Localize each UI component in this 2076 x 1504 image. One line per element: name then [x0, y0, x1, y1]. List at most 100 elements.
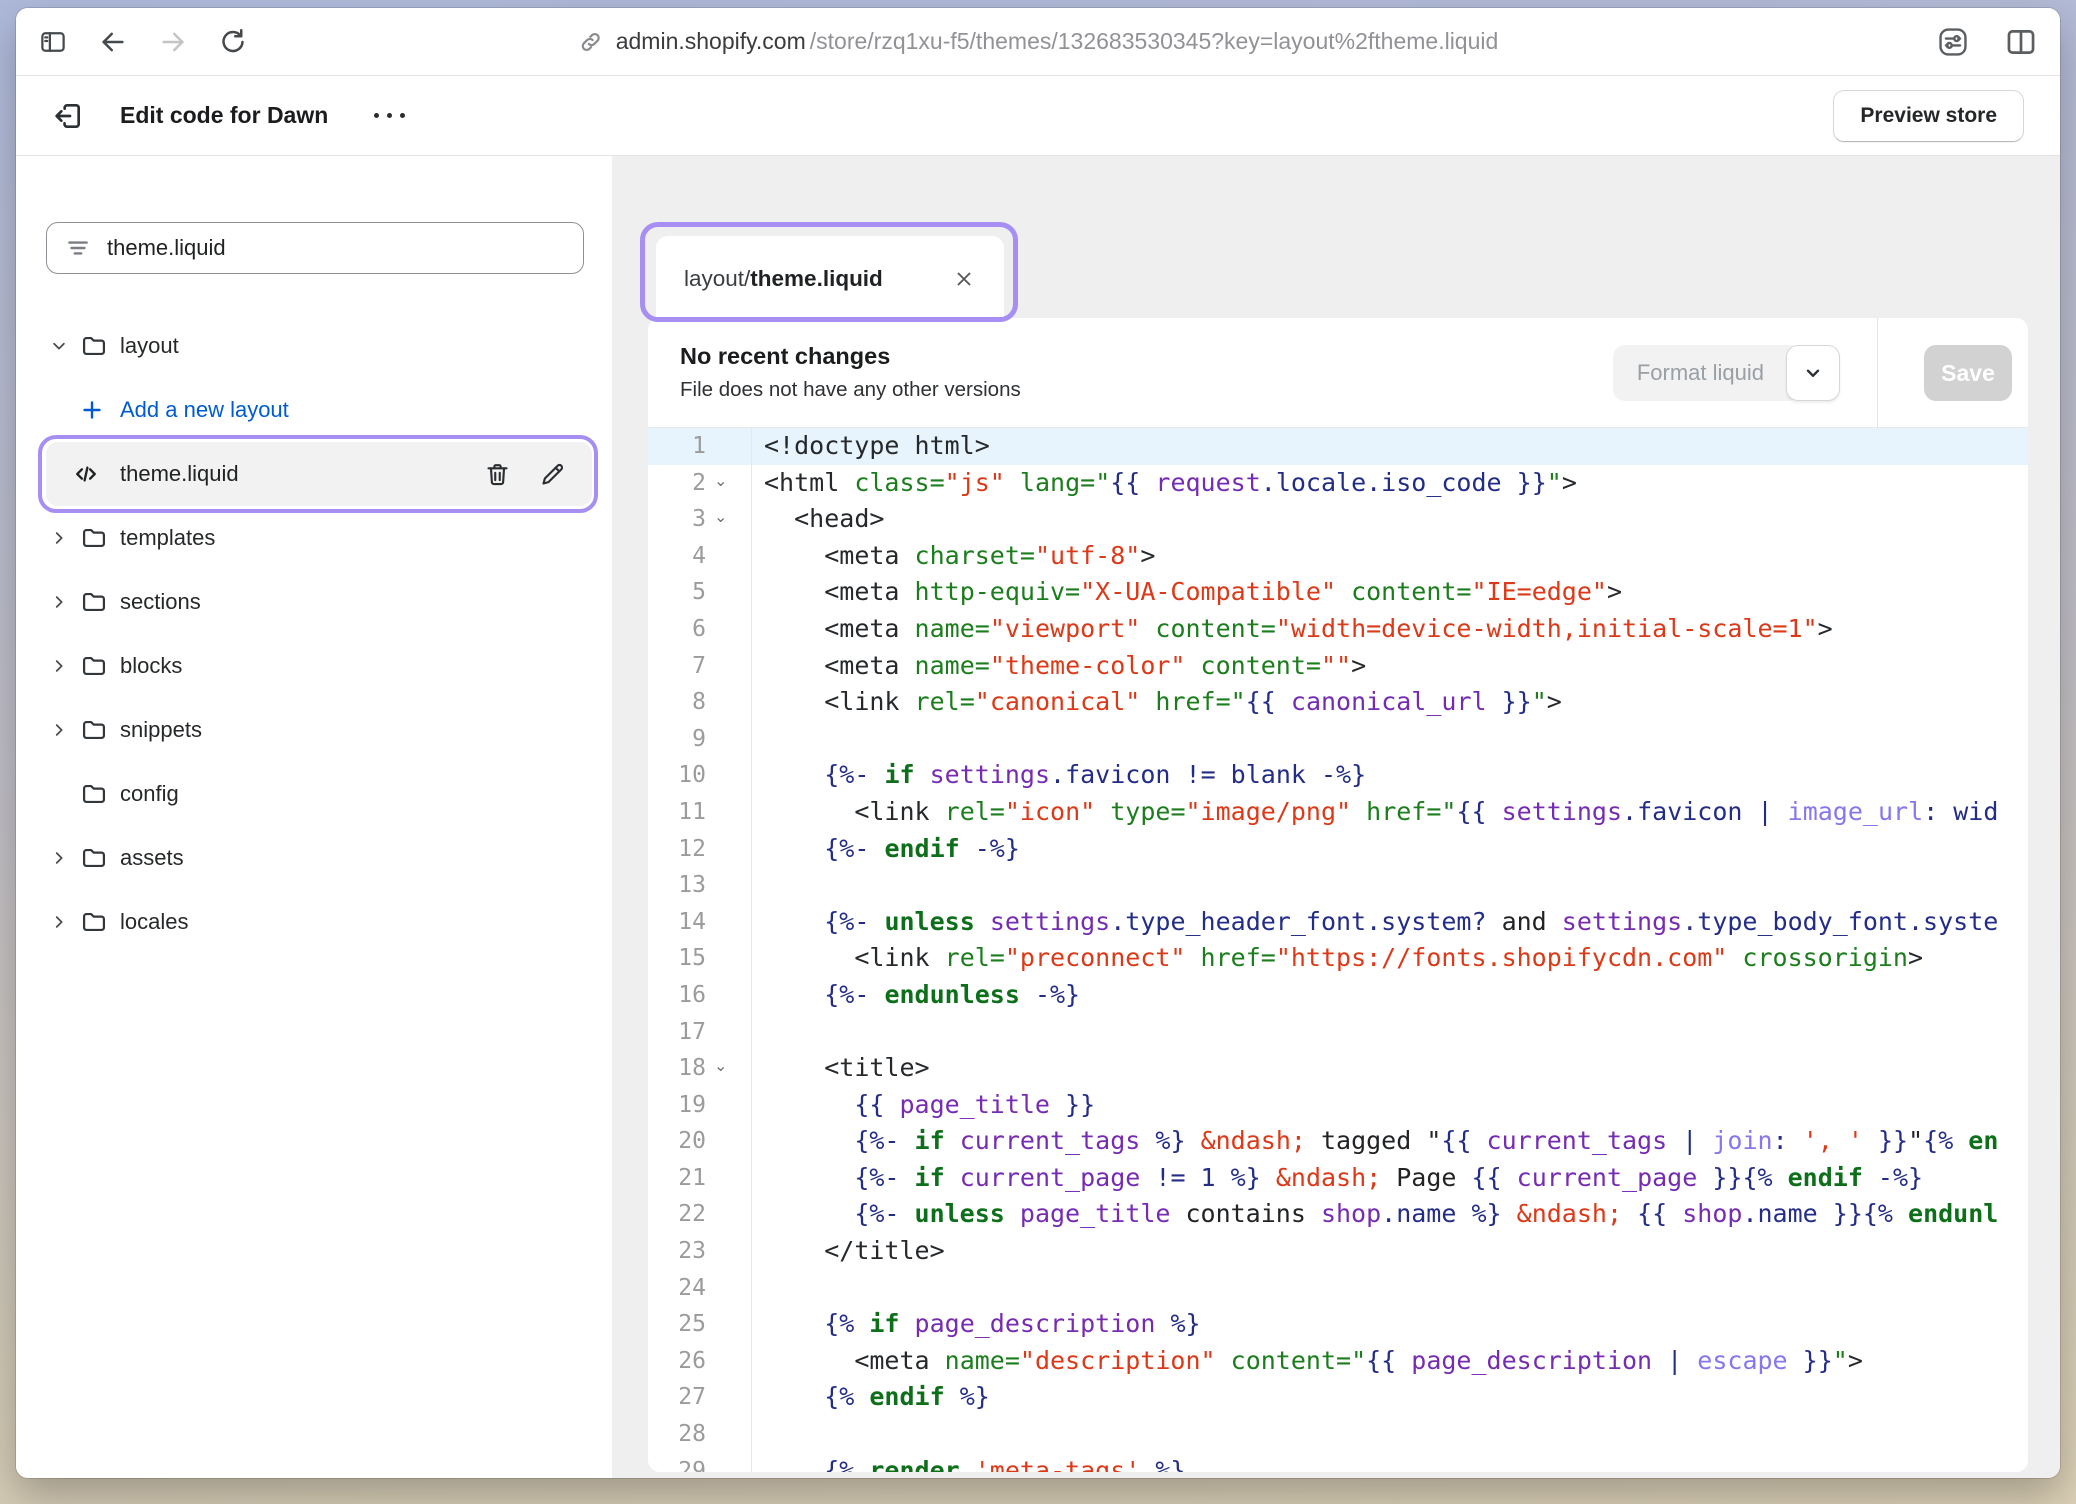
- code-line-text[interactable]: </title>: [752, 1233, 2028, 1270]
- code-line-text[interactable]: [752, 1416, 2028, 1453]
- close-tab-icon[interactable]: [952, 267, 976, 291]
- code-line[interactable]: 19 {{ page_title }}: [648, 1087, 2028, 1124]
- code-line-text[interactable]: <meta name="theme-color" content="">: [752, 648, 2028, 685]
- code-line[interactable]: 9: [648, 721, 2028, 758]
- fold-gutter-spacer: [706, 1343, 751, 1380]
- code-line[interactable]: 5 <meta http-equiv="X-UA-Compatible" con…: [648, 574, 2028, 611]
- code-line-text[interactable]: <meta charset="utf-8">: [752, 538, 2028, 575]
- code-line[interactable]: 28: [648, 1416, 2028, 1453]
- code-line[interactable]: 3⌄ <head>: [648, 501, 2028, 538]
- fold-toggle-icon[interactable]: ⌄: [706, 465, 751, 502]
- code-line-text[interactable]: {%- endunless -%}: [752, 977, 2028, 1014]
- page-settings-icon[interactable]: [1936, 25, 1970, 59]
- code-line[interactable]: 14 {%- unless settings.type_header_font.…: [648, 904, 2028, 941]
- code-line[interactable]: 26 <meta name="description" content="{{ …: [648, 1343, 2028, 1380]
- reload-icon[interactable]: [218, 27, 248, 57]
- save-button[interactable]: Save: [1924, 345, 2012, 401]
- code-line-text[interactable]: {%- endif -%}: [752, 831, 2028, 868]
- code-line-text[interactable]: {{ page_title }}: [752, 1087, 2028, 1124]
- code-line[interactable]: 8 <link rel="canonical" href="{{ canonic…: [648, 684, 2028, 721]
- code-line[interactable]: 4 <meta charset="utf-8">: [648, 538, 2028, 575]
- url-host: admin.shopify.com: [616, 28, 806, 55]
- code-line[interactable]: 25 {% if page_description %}: [648, 1306, 2028, 1343]
- code-editor[interactable]: 1<!doctype html>2⌄<html class="js" lang=…: [648, 428, 2028, 1472]
- code-line-text[interactable]: {% if page_description %}: [752, 1306, 2028, 1343]
- fold-gutter-spacer: [706, 648, 751, 685]
- code-line[interactable]: 6 <meta name="viewport" content="width=d…: [648, 611, 2028, 648]
- rename-file-icon[interactable]: [539, 461, 566, 488]
- more-actions-icon[interactable]: [374, 113, 405, 118]
- address-bar[interactable]: admin.shopify.com/store/rzq1xu-f5/themes…: [578, 28, 1499, 55]
- line-number: 2: [648, 465, 706, 502]
- code-line[interactable]: 16 {%- endunless -%}: [648, 977, 2028, 1014]
- code-line-text[interactable]: <meta name="description" content="{{ pag…: [752, 1343, 2028, 1380]
- tree-item-snippets[interactable]: snippets: [32, 698, 596, 762]
- code-line-text[interactable]: {%- unless page_title contains shop.name…: [752, 1196, 2028, 1233]
- code-line[interactable]: 24: [648, 1270, 2028, 1307]
- fold-gutter-spacer: [706, 721, 751, 758]
- code-file-icon: [72, 460, 100, 488]
- fold-toggle-icon[interactable]: ⌄: [706, 501, 751, 538]
- code-line-text[interactable]: [752, 867, 2028, 904]
- tree-item-blocks[interactable]: blocks: [32, 634, 596, 698]
- tree-item-templates[interactable]: templates: [32, 506, 596, 570]
- preview-store-button[interactable]: Preview store: [1833, 90, 2024, 142]
- code-line[interactable]: 12 {%- endif -%}: [648, 831, 2028, 868]
- code-line-text[interactable]: [752, 721, 2028, 758]
- code-line-text[interactable]: <link rel="preconnect" href="https://fon…: [752, 940, 2028, 977]
- code-line[interactable]: 1<!doctype html>: [648, 428, 2028, 465]
- fold-toggle-icon[interactable]: ⌄: [706, 1050, 751, 1087]
- code-line-text[interactable]: <link rel="icon" type="image/png" href="…: [752, 794, 2028, 831]
- split-view-icon[interactable]: [2004, 25, 2038, 59]
- code-line-text[interactable]: {% render 'meta-tags' %}: [752, 1453, 2028, 1472]
- file-search-input[interactable]: theme.liquid: [46, 222, 584, 274]
- code-line-text[interactable]: <link rel="canonical" href="{{ canonical…: [752, 684, 2028, 721]
- code-line-text[interactable]: <!doctype html>: [752, 428, 2028, 465]
- tree-item-layout[interactable]: layout: [32, 314, 596, 378]
- code-line[interactable]: 13: [648, 867, 2028, 904]
- code-line[interactable]: 17: [648, 1014, 2028, 1051]
- exit-editor-icon[interactable]: [52, 100, 84, 132]
- tree-item-sections[interactable]: sections: [32, 570, 596, 634]
- forward-icon[interactable]: [158, 27, 188, 57]
- delete-file-icon[interactable]: [484, 461, 511, 488]
- code-line-text[interactable]: {%- unless settings.type_header_font.sys…: [752, 904, 2028, 941]
- code-line-text[interactable]: [752, 1270, 2028, 1307]
- code-line-text[interactable]: <meta name="viewport" content="width=dev…: [752, 611, 2028, 648]
- line-number: 10: [648, 757, 706, 794]
- tab-theme-liquid[interactable]: layout/theme.liquid: [656, 236, 1004, 322]
- tree-item-theme-liquid[interactable]: theme.liquid: [46, 442, 592, 506]
- format-liquid-button[interactable]: Format liquid: [1613, 345, 1800, 401]
- code-line[interactable]: 11 <link rel="icon" type="image/png" hre…: [648, 794, 2028, 831]
- code-line[interactable]: 29 {% render 'meta-tags' %}: [648, 1453, 2028, 1472]
- code-line[interactable]: 10 {%- if settings.favicon != blank -%}: [648, 757, 2028, 794]
- code-line[interactable]: 21 {%- if current_page != 1 %} &ndash; P…: [648, 1160, 2028, 1197]
- code-line-text[interactable]: <head>: [752, 501, 2028, 538]
- code-line-text[interactable]: {%- if current_tags %} &ndash; tagged "{…: [752, 1123, 2028, 1160]
- tree-item-assets[interactable]: assets: [32, 826, 596, 890]
- code-line[interactable]: 18⌄ <title>: [648, 1050, 2028, 1087]
- code-line-text[interactable]: <title>: [752, 1050, 2028, 1087]
- code-line[interactable]: 2⌄<html class="js" lang="{{ request.loca…: [648, 465, 2028, 502]
- line-number-gutter: 23: [648, 1233, 752, 1270]
- code-line-text[interactable]: {%- if current_page != 1 %} &ndash; Page…: [752, 1160, 2028, 1197]
- code-line[interactable]: 20 {%- if current_tags %} &ndash; tagged…: [648, 1123, 2028, 1160]
- line-number: 21: [648, 1160, 706, 1197]
- format-dropdown-button[interactable]: [1786, 345, 1840, 401]
- code-line-text[interactable]: {% endif %}: [752, 1379, 2028, 1416]
- tree-item-add-a-new-layout[interactable]: Add a new layout: [32, 378, 596, 442]
- tree-item-config[interactable]: config: [32, 762, 596, 826]
- code-line-text[interactable]: [752, 1014, 2028, 1051]
- code-line[interactable]: 22 {%- unless page_title contains shop.n…: [648, 1196, 2028, 1233]
- sidebar-toggle-icon[interactable]: [38, 27, 68, 57]
- code-line[interactable]: 27 {% endif %}: [648, 1379, 2028, 1416]
- editor-content: layout/theme.liquid No recent changes Fi…: [612, 156, 2060, 1478]
- back-icon[interactable]: [98, 27, 128, 57]
- tree-item-locales[interactable]: locales: [32, 890, 596, 954]
- code-line[interactable]: 23 </title>: [648, 1233, 2028, 1270]
- code-line[interactable]: 7 <meta name="theme-color" content="">: [648, 648, 2028, 685]
- code-line-text[interactable]: <meta http-equiv="X-UA-Compatible" conte…: [752, 574, 2028, 611]
- code-line-text[interactable]: <html class="js" lang="{{ request.locale…: [752, 465, 2028, 502]
- code-line[interactable]: 15 <link rel="preconnect" href="https://…: [648, 940, 2028, 977]
- code-line-text[interactable]: {%- if settings.favicon != blank -%}: [752, 757, 2028, 794]
